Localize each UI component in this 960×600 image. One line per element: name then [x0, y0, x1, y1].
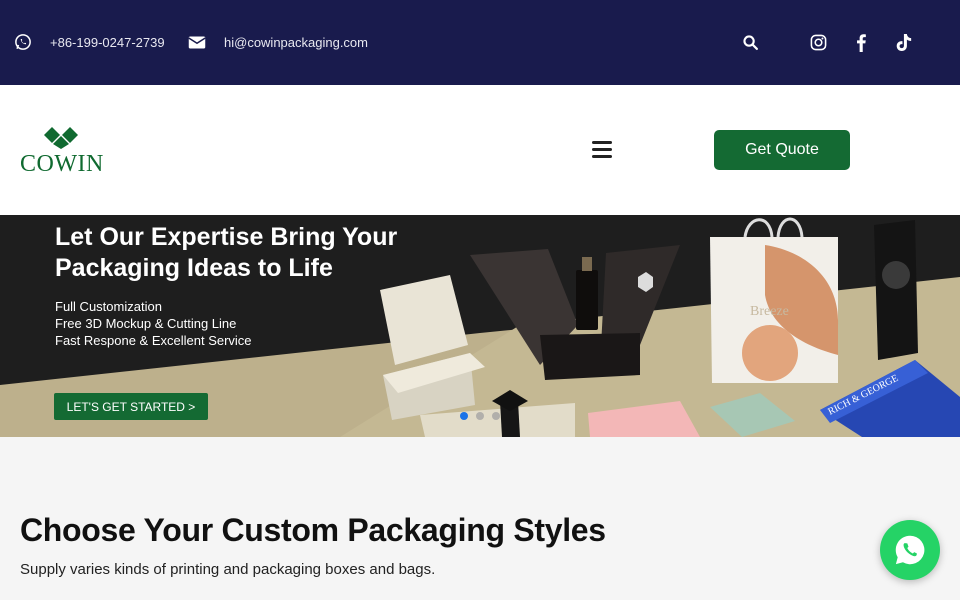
- site-header: COWIN Get Quote: [0, 85, 960, 215]
- slider-dot-2[interactable]: [476, 412, 484, 420]
- email-address[interactable]: hi@cowinpackaging.com: [224, 35, 368, 50]
- hero-heading-line1: Let Our Expertise Bring Your: [55, 223, 398, 251]
- bag-brand-text: Breeze: [750, 304, 789, 319]
- section-title: Choose Your Custom Packaging Styles: [20, 512, 606, 548]
- logo-mark-icon: [44, 127, 78, 149]
- slider-dot-3[interactable]: [492, 412, 500, 420]
- instagram-icon[interactable]: [810, 34, 827, 51]
- hero-heading-line2: Packaging Ideas to Life: [55, 254, 333, 282]
- tiktok-icon[interactable]: [895, 33, 912, 52]
- hero-heading: Let Our Expertise Bring Your Packaging I…: [55, 222, 475, 284]
- cowin-logo[interactable]: COWIN: [20, 125, 104, 177]
- search-icon[interactable]: [742, 34, 759, 51]
- slider-dot-1[interactable]: [460, 412, 468, 420]
- facebook-icon[interactable]: [855, 33, 867, 52]
- hero-feature-item: Full Customization: [55, 299, 162, 314]
- hero-feature-list: Full Customization Free 3D Mockup & Cutt…: [55, 298, 252, 349]
- whatsapp-icon: [895, 535, 925, 565]
- hero-feature-item: Free 3D Mockup & Cutting Line: [55, 316, 237, 331]
- logo-text: COWIN: [20, 151, 104, 177]
- hamburger-menu-icon[interactable]: [592, 141, 614, 159]
- mail-icon[interactable]: [188, 35, 206, 50]
- top-contact-bar: +86-199-0247-2739 hi@cowinpackaging.com: [0, 0, 960, 85]
- hero-feature-item: Fast Respone & Excellent Service: [55, 333, 252, 348]
- slider-pagination: [460, 412, 500, 420]
- phone-number[interactable]: +86-199-0247-2739: [50, 35, 165, 50]
- section-subtitle: Supply varies kinds of printing and pack…: [20, 561, 436, 578]
- get-quote-button[interactable]: Get Quote: [714, 130, 850, 170]
- get-started-button[interactable]: LET'S GET STARTED >: [54, 393, 208, 420]
- hero-slider: Breeze RICH & GEORGE Let Our Expertise B…: [0, 215, 960, 437]
- whatsapp-icon[interactable]: [14, 33, 32, 51]
- whatsapp-chat-button[interactable]: [880, 520, 940, 580]
